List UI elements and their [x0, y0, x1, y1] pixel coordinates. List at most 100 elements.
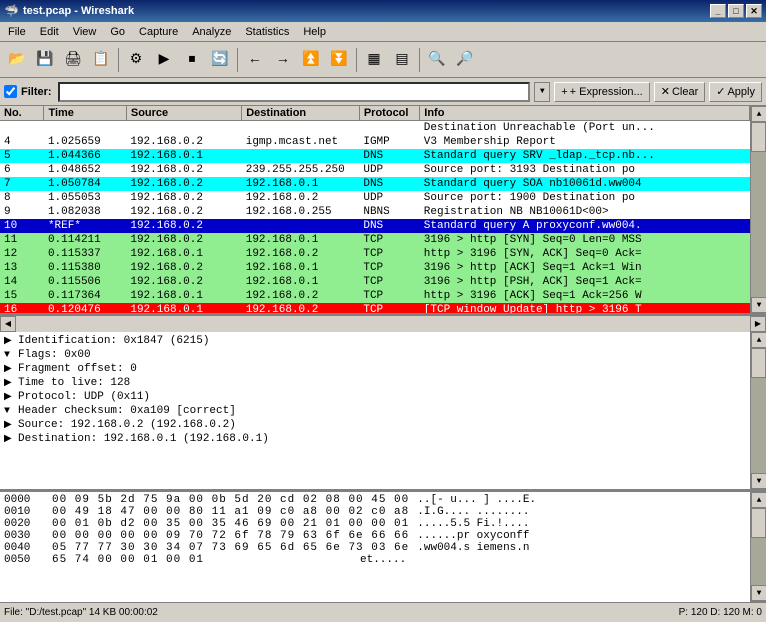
table-row[interactable]: 15 0.117364 192.168.0.1 192.168.0.2 TCP …	[0, 289, 750, 303]
col-header-time[interactable]: Time	[44, 106, 126, 121]
table-row[interactable]: 10 *REF* 192.168.0.2 DNS Standard query …	[0, 219, 750, 233]
packet-list-vscrollbar[interactable]: ▲ ▼	[750, 106, 766, 313]
table-row[interactable]: 14 0.115506 192.168.0.2 192.168.0.1 TCP …	[0, 275, 750, 289]
clear-button[interactable]: ✕ Clear	[654, 82, 706, 102]
table-row[interactable]: 6 1.048652 192.168.0.2 239.255.255.250 U…	[0, 163, 750, 177]
filter-checkbox[interactable]	[4, 85, 17, 98]
expression-button[interactable]: + + Expression...	[554, 82, 650, 102]
cell-time: 1.050784	[44, 177, 126, 191]
table-row[interactable]: 5 1.044366 192.168.0.1 DNS Standard quer…	[0, 149, 750, 163]
hscroll-track[interactable]	[16, 316, 750, 332]
hex-scroll-up[interactable]: ▲	[751, 492, 766, 508]
scroll-back-button[interactable]: ←	[242, 47, 268, 73]
menu-capture[interactable]: Capture	[133, 24, 184, 40]
cell-proto: DNS	[359, 219, 419, 233]
detail-item[interactable]: ▼Flags: 0x00	[4, 348, 746, 362]
expand-icon[interactable]: ▶	[4, 391, 14, 403]
menu-go[interactable]: Go	[104, 24, 131, 40]
table-row[interactable]: 7 1.050784 192.168.0.2 192.168.0.1 DNS S…	[0, 177, 750, 191]
hex-scroll-thumb[interactable]	[751, 508, 766, 538]
scroll-up-button[interactable]: ▲	[751, 106, 766, 122]
detail-scroll-thumb[interactable]	[751, 348, 766, 378]
expand-icon[interactable]: ▶	[4, 433, 14, 445]
detail-item[interactable]: ▶Source: 192.168.0.2 (192.168.0.2)	[4, 418, 746, 432]
go-first-button[interactable]: ⏫	[298, 47, 324, 73]
col-header-dest[interactable]: Destination	[242, 106, 360, 121]
hex-ascii: .ww004.s iemens.n	[417, 542, 529, 554]
table-row[interactable]: 13 0.115380 192.168.0.2 192.168.0.1 TCP …	[0, 261, 750, 275]
open-button[interactable]: 📂	[4, 47, 30, 73]
scroll-fwd-button[interactable]: →	[270, 47, 296, 73]
minimize-button[interactable]: _	[710, 4, 726, 18]
table-row[interactable]: 9 1.082038 192.168.0.2 192.168.0.255 NBN…	[0, 205, 750, 219]
zoom-in-button[interactable]: 🔍	[424, 47, 450, 73]
capture-options-button[interactable]: ⚙	[123, 47, 149, 73]
cell-dest: 192.168.0.2	[242, 247, 360, 261]
hscroll-right-button[interactable]: ▶	[750, 316, 766, 332]
col-header-proto[interactable]: Protocol	[359, 106, 419, 121]
col-header-info[interactable]: Info	[420, 106, 750, 121]
expand-icon[interactable]: ▶	[4, 419, 14, 431]
detail-item[interactable]: ▶Fragment offset: 0	[4, 362, 746, 376]
print-button[interactable]: 🖨	[60, 47, 86, 73]
detail-item[interactable]: ▶Identification: 0x1847 (6215)	[4, 334, 746, 348]
menu-edit[interactable]: Edit	[34, 24, 65, 40]
restart-capture-button[interactable]: 🔄	[207, 47, 233, 73]
detail-scroll-track[interactable]	[751, 348, 766, 473]
hex-bytes: 00 01 0b d2 00 35 00 35 46 69 00 21 01 0…	[52, 518, 409, 530]
packet-list-hscrollbar[interactable]: ◀ ▶	[0, 316, 766, 332]
col-header-no[interactable]: No.	[0, 106, 44, 121]
close-button[interactable]: ✕	[746, 4, 762, 18]
detail-item[interactable]: ▶Protocol: UDP (0x11)	[4, 390, 746, 404]
col-header-source[interactable]: Source	[126, 106, 241, 121]
hex-address: 0050	[4, 554, 44, 566]
expand-icon[interactable]: ▶	[4, 335, 14, 347]
cell-source: 192.168.0.2	[126, 205, 241, 219]
menu-file[interactable]: File	[2, 24, 32, 40]
filter-input[interactable]	[58, 82, 531, 102]
table-row[interactable]: 12 0.115337 192.168.0.1 192.168.0.2 TCP …	[0, 247, 750, 261]
cell-proto	[359, 121, 419, 136]
table-row[interactable]: 8 1.055053 192.168.0.2 192.168.0.2 UDP S…	[0, 191, 750, 205]
save-button[interactable]: 💾	[32, 47, 58, 73]
menu-view[interactable]: View	[67, 24, 103, 40]
cell-time: 0.114211	[44, 233, 126, 247]
table-row[interactable]: 16 0.120476 192.168.0.1 192.168.0.2 TCP …	[0, 303, 750, 313]
hscroll-left-button[interactable]: ◀	[0, 316, 16, 332]
detail-scroll-up[interactable]: ▲	[751, 332, 766, 348]
go-last-button[interactable]: ⏬	[326, 47, 352, 73]
detail-item[interactable]: ▶Destination: 192.168.0.1 (192.168.0.1)	[4, 432, 746, 446]
zoom-out-button[interactable]: 🔎	[452, 47, 478, 73]
filter-dropdown-button[interactable]: ▼	[534, 82, 550, 102]
scroll-down-button[interactable]: ▼	[751, 297, 766, 313]
detail-vscrollbar[interactable]: ▲ ▼	[750, 332, 766, 489]
packet-list-toggle[interactable]: ▦	[361, 47, 387, 73]
scroll-track[interactable]	[751, 122, 766, 297]
cell-no: 5	[0, 149, 44, 163]
detail-scroll-down[interactable]: ▼	[751, 473, 766, 489]
properties-button[interactable]: 📋	[88, 47, 114, 73]
detail-item[interactable]: ▶Time to live: 128	[4, 376, 746, 390]
stop-capture-button[interactable]: ⏹	[179, 47, 205, 73]
detail-item[interactable]: ▼Header checksum: 0xa109 [correct]	[4, 404, 746, 418]
menu-statistics[interactable]: Statistics	[239, 24, 295, 40]
packet-detail-toggle[interactable]: ▤	[389, 47, 415, 73]
maximize-button[interactable]: □	[728, 4, 744, 18]
apply-button[interactable]: ✓ Apply	[709, 82, 762, 102]
expand-icon[interactable]: ▼	[4, 406, 14, 417]
table-row[interactable]: 11 0.114211 192.168.0.2 192.168.0.1 TCP …	[0, 233, 750, 247]
hex-scroll-track[interactable]	[751, 508, 766, 585]
hex-panel-wrapper: 0000 00 09 5b 2d 75 9a 00 0b 5d 20 cd 02…	[0, 492, 766, 602]
hex-vscrollbar[interactable]: ▲ ▼	[750, 492, 766, 601]
expand-icon[interactable]: ▶	[4, 363, 14, 375]
scroll-thumb[interactable]	[751, 122, 766, 152]
start-capture-button[interactable]: ▶	[151, 47, 177, 73]
table-row[interactable]: Destination Unreachable (Port un...	[0, 121, 750, 136]
expand-icon[interactable]: ▶	[4, 377, 14, 389]
table-row[interactable]: 4 1.025659 192.168.0.2 igmp.mcast.net IG…	[0, 135, 750, 149]
hex-scroll-down[interactable]: ▼	[751, 585, 766, 601]
separator-3	[356, 48, 357, 72]
menu-help[interactable]: Help	[297, 24, 332, 40]
expand-icon[interactable]: ▼	[4, 350, 14, 361]
menu-analyze[interactable]: Analyze	[186, 24, 237, 40]
